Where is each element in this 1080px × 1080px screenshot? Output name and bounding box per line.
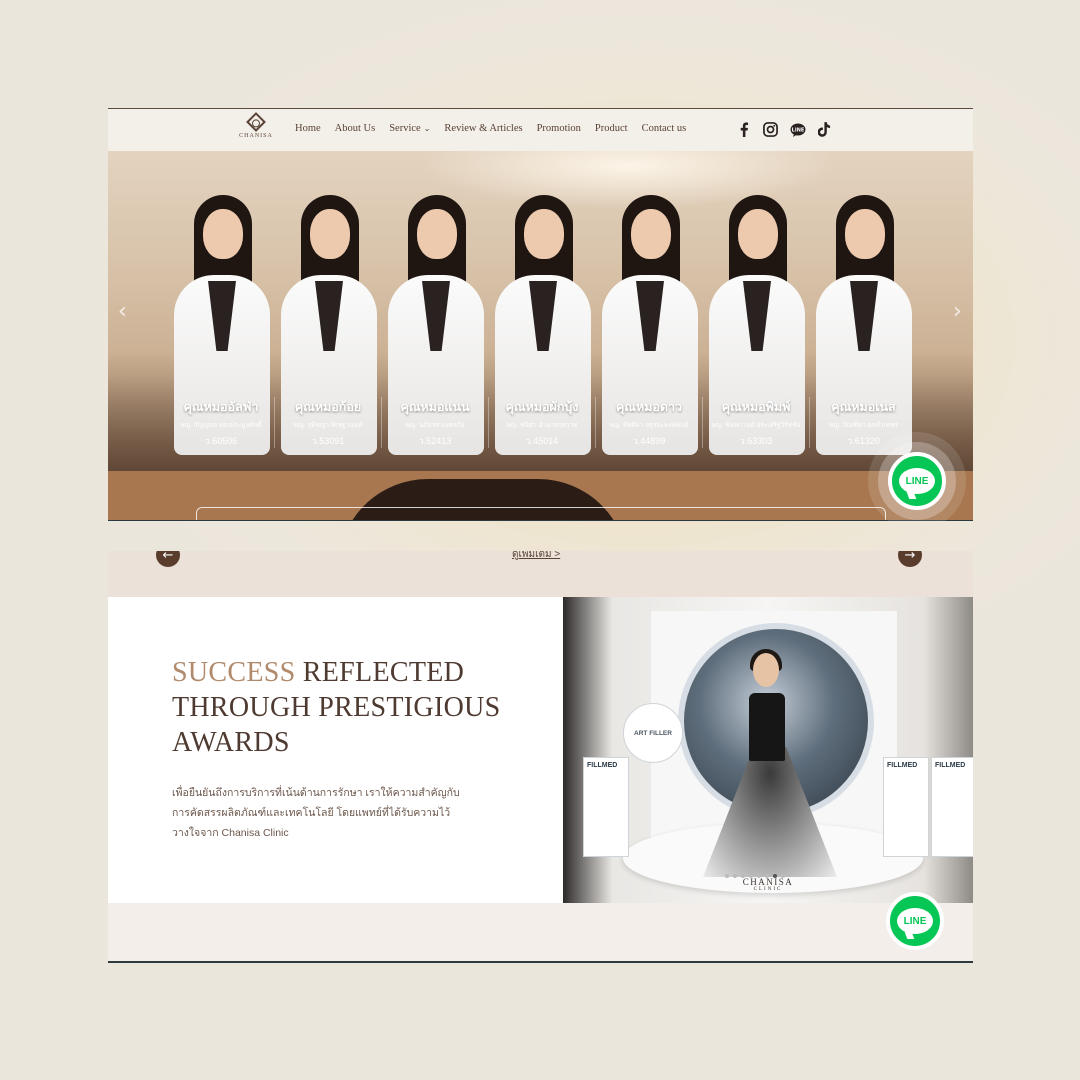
product-display-box: FILLMED	[931, 757, 973, 857]
preview-panel	[196, 507, 886, 521]
line-chat-icon: LINE	[899, 468, 935, 494]
line-chat-icon: LINE	[897, 908, 933, 934]
awards-heading: SUCCESS REFLECTED THROUGH PRESTIGIOUS AW…	[172, 655, 512, 760]
product-display-box: FILLMED	[583, 757, 629, 857]
doctor-name: คุณหมอก้อย	[294, 400, 362, 414]
doctor-name: คุณหมอแนน	[400, 400, 470, 414]
award-event-photo: ART FILLER FILLMED FILLMED FILLMED CHANI…	[563, 597, 973, 903]
doctor-card: คุณหมออัลฟ่า พญ. กัญญมล ทองประมูลศักดิ์ …	[168, 187, 275, 467]
doctor-license: ว.52413	[418, 436, 452, 446]
doctor-full-name: พญ. ปัณฑิตา ผลทำเพชร	[829, 422, 898, 429]
doctor-info: คุณหมอพิมพ์ พญ. พิมพกานต์ ประเสริฐวิรัชช…	[703, 397, 810, 448]
photo-brand-sub: CLINIC	[753, 887, 783, 892]
section-footer-band	[108, 903, 973, 961]
slider-prev-arrow-icon[interactable]: ←	[156, 551, 180, 567]
nav-review-articles[interactable]: Review & Articles	[444, 123, 522, 134]
nav-home[interactable]: Home	[295, 123, 321, 134]
nav-links: Home About Us Service ⌄ Review & Articles…	[295, 123, 700, 134]
logo[interactable]: CHANISA	[236, 112, 276, 148]
doctor-face	[203, 209, 243, 259]
awards-section-screenshot: ← ดูเพิ่มเติม > → SUCCESS REFLECTED THRO…	[108, 551, 973, 963]
doctor-card: คุณหมอผักบุ้ง พญ. ชนิศา อำนาจกุลวาท ว.45…	[489, 187, 596, 467]
doctor-full-name: พญ. กัญญมล ทองประมูลศักดิ์	[180, 422, 262, 429]
art-filler-sign: ART FILLER	[623, 703, 683, 763]
doctor-card: คุณหมอก้อย พญ. สุพิชญา พิเชฐานนท์ ว.5309…	[275, 187, 382, 467]
doctor-info: คุณหมอเนส พญ. ปัณฑิตา ผลทำเพชร ว.61320	[810, 397, 917, 448]
reviews-slider-controls: ← ดูเพิ่มเติม > →	[108, 551, 973, 597]
awards-heading-accent: SUCCESS	[172, 657, 296, 688]
doctor-name: คุณหมอดาว	[615, 400, 683, 414]
doctors-hero-banner: คุณหมออัลฟ่า พญ. กัญญมล ทองประมูลศักดิ์ …	[108, 151, 973, 471]
photo-brand-logo: CHANISA CLINIC	[713, 877, 823, 892]
doctor-name: คุณหมออัลฟ่า	[183, 400, 259, 414]
divider-line	[108, 520, 973, 521]
doctor-license: ว.63303	[739, 436, 773, 446]
doctor-license: ว.44899	[632, 436, 666, 446]
doctor-name: คุณหมอพิมพ์	[721, 400, 791, 414]
doctor-license: ว.45014	[525, 436, 559, 446]
line-chat-button[interactable]: LINE	[888, 452, 946, 510]
line-icon[interactable]: LINE	[789, 121, 806, 138]
hero-next-arrow-icon[interactable]: ›	[953, 299, 962, 324]
line-icon-text: LINE	[791, 127, 804, 133]
slider-next-arrow-icon[interactable]: →	[898, 551, 922, 567]
hero-prev-arrow-icon[interactable]: ‹	[118, 299, 127, 324]
doctor-info: คุณหมอก้อย พญ. สุพิชญา พิเชฐานนท์ ว.5309…	[275, 397, 382, 448]
nav-product[interactable]: Product	[595, 123, 628, 134]
navbar: CHANISA Home About Us Service ⌄ Review & …	[108, 109, 973, 151]
chevron-down-icon: ⌄	[423, 124, 431, 133]
logo-text: CHANISA	[239, 133, 273, 139]
nav-service-label: Service	[389, 123, 421, 134]
line-chat-button[interactable]: LINE	[886, 892, 944, 950]
doctor-card: คุณหมอดาว พญ. ทิตศิดา จตุรยะพงษ์พันธ์ ว.…	[596, 187, 703, 467]
doctor-card: คุณหมอเนส พญ. ปัณฑิตา ผลทำเพชร ว.61320	[810, 187, 917, 467]
doctor-info: คุณหมอผักบุ้ง พญ. ชนิศา อำนาจกุลวาท ว.45…	[489, 397, 596, 448]
doctor-face	[738, 209, 778, 259]
doctor-face	[845, 209, 885, 259]
doctor-full-name: พญ. นภัสรส มงคลกิจ	[405, 422, 465, 429]
doctor-name: คุณหมอเนส	[831, 400, 896, 414]
logo-mark-icon	[246, 112, 266, 132]
next-section-preview	[108, 471, 973, 521]
tiktok-icon[interactable]	[816, 121, 833, 138]
doctor-face	[417, 209, 457, 259]
doctor-license: ว.61320	[847, 436, 880, 446]
doctor-info: คุณหมอแนน พญ. นภัสรส มงคลกิจ ว.52413	[382, 397, 489, 448]
doctor-face	[631, 209, 671, 259]
nav-promotion[interactable]: Promotion	[537, 123, 581, 134]
doctor-list: คุณหมออัลฟ่า พญ. กัญญมล ทองประมูลศักดิ์ …	[168, 187, 918, 467]
doctor-face	[310, 209, 350, 259]
facebook-icon[interactable]	[735, 121, 752, 138]
doctor-info: คุณหมออัลฟ่า พญ. กัญญมล ทองประมูลศักดิ์ …	[168, 397, 275, 448]
social-links: LINE	[735, 121, 843, 138]
doctor-full-name: พญ. ชนิศา อำนาจกุลวาท	[506, 422, 578, 429]
see-more-link[interactable]: ดูเพิ่มเติม >	[512, 551, 560, 562]
nav-contact-us[interactable]: Contact us	[642, 123, 687, 134]
doctor-full-name: พญ. ทิตศิดา จตุรยะพงษ์พันธ์	[609, 422, 689, 429]
doctor-full-name: พญ. พิมพกานต์ ประเสริฐวิรัชชัย	[711, 422, 801, 429]
homepage-hero-screenshot: CHANISA Home About Us Service ⌄ Review & …	[108, 108, 973, 521]
doctor-full-name: พญ. สุพิชญา พิเชฐานนท์	[293, 422, 363, 429]
doctor-license: ว.53091	[311, 436, 345, 446]
photo-brand-name: CHANISA	[742, 877, 794, 887]
nav-service[interactable]: Service ⌄	[389, 123, 430, 134]
doctor-card: คุณหมอแนน พญ. นภัสรส มงคลกิจ ว.52413	[382, 187, 489, 467]
product-display-box: FILLMED	[883, 757, 929, 857]
instagram-icon[interactable]	[762, 121, 779, 138]
photo-dress	[749, 693, 785, 761]
awards-description: เพื่อยืนยันถึงการบริการที่เน้นด้านการรัก…	[172, 787, 460, 839]
doctor-face	[524, 209, 564, 259]
doctor-card: คุณหมอพิมพ์ พญ. พิมพกานต์ ประเสริฐวิรัชช…	[703, 187, 810, 467]
doctor-info: คุณหมอดาว พญ. ทิตศิดา จตุรยะพงษ์พันธ์ ว.…	[596, 397, 703, 448]
nav-about-us[interactable]: About Us	[335, 123, 376, 134]
awards-section: SUCCESS REFLECTED THROUGH PRESTIGIOUS AW…	[108, 597, 973, 903]
photo-head	[753, 653, 779, 687]
doctor-name: คุณหมอผักบุ้ง	[505, 400, 579, 414]
doctor-license: ว.60506	[204, 436, 238, 446]
